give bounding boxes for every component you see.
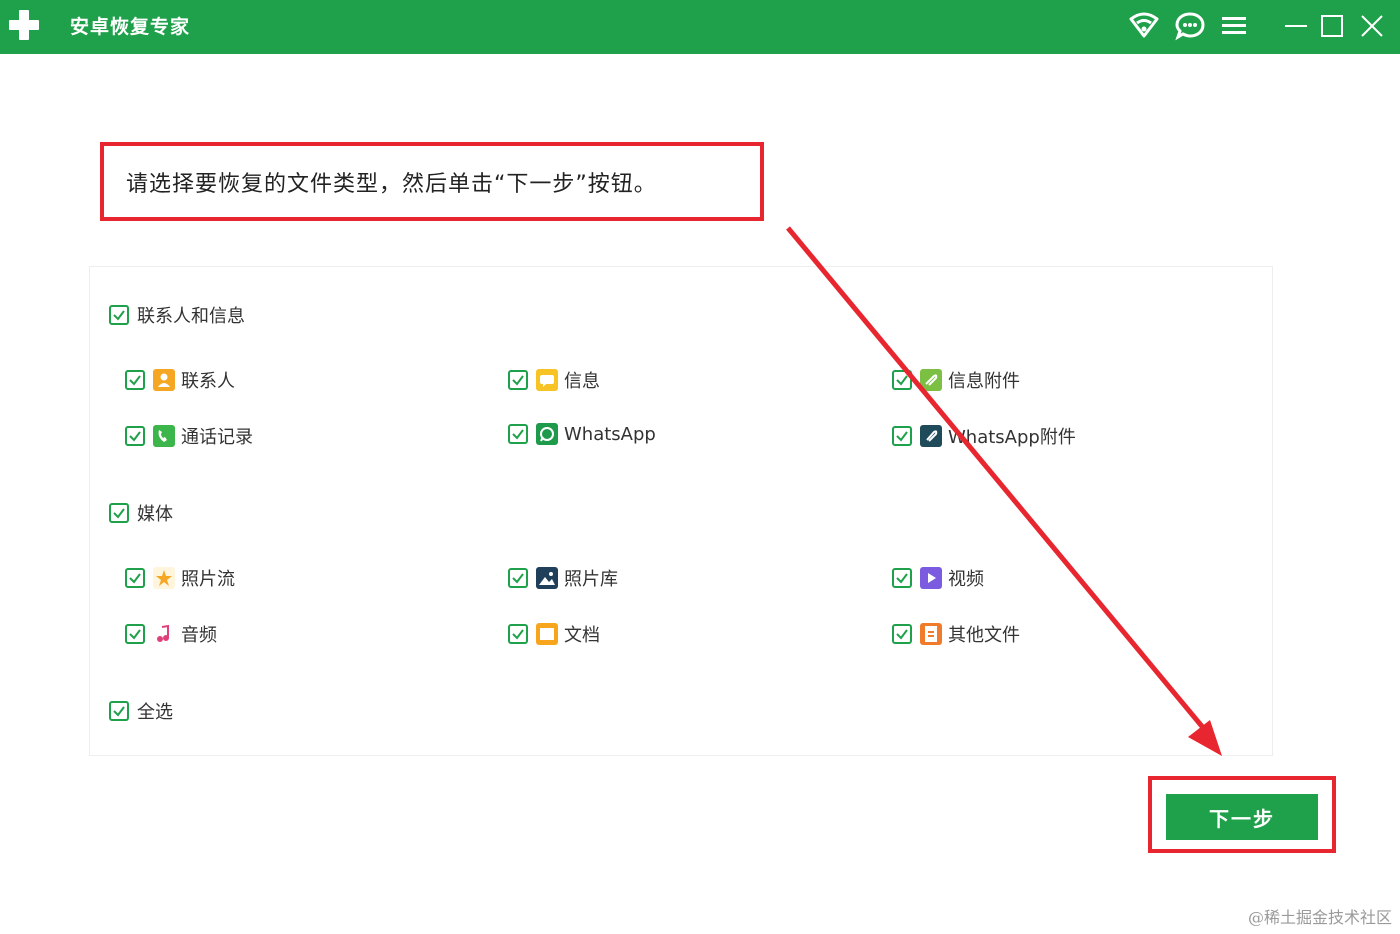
item-messages[interactable]: 信息 [508,367,600,393]
item-label: 照片库 [564,569,618,590]
close-icon[interactable] [1356,10,1388,42]
checkbox-checked-icon[interactable] [892,426,912,446]
item-label: WhatsApp [564,423,656,445]
checkbox-checked-icon[interactable] [109,701,129,721]
checkbox-checked-icon[interactable] [892,370,912,390]
checkbox-checked-icon[interactable] [892,624,912,644]
item-label: 视频 [948,569,984,590]
checkbox-checked-icon[interactable] [125,426,145,446]
item-label: 照片流 [181,569,235,590]
file-type-panel [89,266,1273,756]
group-label: 联系人和信息 [137,306,245,327]
watermark: @稀土掘金技术社区 [1247,908,1392,927]
video-icon [920,567,942,589]
minimize-icon[interactable] [1280,10,1312,42]
other-files-icon [920,623,942,645]
group-media[interactable]: 媒体 [109,500,173,526]
item-label: 信息 [564,371,600,392]
app-logo-plus-icon [6,7,42,43]
item-label: 音频 [181,625,217,646]
group-contacts-messages[interactable]: 联系人和信息 [109,302,245,328]
checkbox-checked-icon[interactable] [109,503,129,523]
checkbox-checked-icon[interactable] [125,370,145,390]
message-icon [536,369,558,391]
checkbox-checked-icon[interactable] [508,370,528,390]
item-label: 信息附件 [948,371,1020,392]
item-video[interactable]: 视频 [892,565,984,591]
contacts-icon [153,369,175,391]
checkbox-checked-icon[interactable] [125,568,145,588]
title-bar: 安卓恢复专家 [0,0,1400,54]
group-label: 媒体 [137,504,173,525]
select-all[interactable]: 全选 [109,698,173,724]
item-whatsapp[interactable]: WhatsApp [508,423,656,445]
maximize-icon[interactable] [1316,10,1348,42]
item-whatsapp-attachments[interactable]: WhatsApp附件 [892,423,1076,449]
call-log-icon [153,425,175,447]
checkbox-checked-icon[interactable] [125,624,145,644]
checkbox-checked-icon[interactable] [508,568,528,588]
whatsapp-attachment-icon [920,425,942,447]
menu-icon[interactable] [1218,10,1250,42]
item-other-files[interactable]: 其他文件 [892,621,1020,647]
photo-library-icon [536,567,558,589]
audio-icon [153,623,175,645]
photo-stream-icon [153,567,175,589]
app-title: 安卓恢复专家 [70,16,191,38]
item-photo-library[interactable]: 照片库 [508,565,618,591]
item-contacts[interactable]: 联系人 [125,367,235,393]
item-photo-stream[interactable]: 照片流 [125,565,235,591]
item-audio[interactable]: 音频 [125,621,217,647]
message-attachment-icon [920,369,942,391]
item-call-log[interactable]: 通话记录 [125,423,253,449]
select-all-label: 全选 [137,702,173,723]
checkbox-checked-icon[interactable] [508,424,528,444]
checkbox-checked-icon[interactable] [508,624,528,644]
item-label: 联系人 [181,371,235,392]
document-icon [536,623,558,645]
item-documents[interactable]: 文档 [508,621,600,647]
whatsapp-icon [536,423,558,445]
instruction-callout: 请选择要恢复的文件类型，然后单击“下一步”按钮。 [100,142,764,221]
item-label: WhatsApp附件 [948,427,1076,448]
checkbox-checked-icon[interactable] [892,568,912,588]
next-button[interactable]: 下一步 [1166,794,1318,840]
item-label: 文档 [564,625,600,646]
wifi-icon[interactable] [1128,10,1160,42]
item-label: 其他文件 [948,625,1020,646]
item-label: 通话记录 [181,427,253,448]
item-message-attachments[interactable]: 信息附件 [892,367,1020,393]
checkbox-checked-icon[interactable] [109,305,129,325]
chat-icon[interactable] [1174,10,1206,42]
